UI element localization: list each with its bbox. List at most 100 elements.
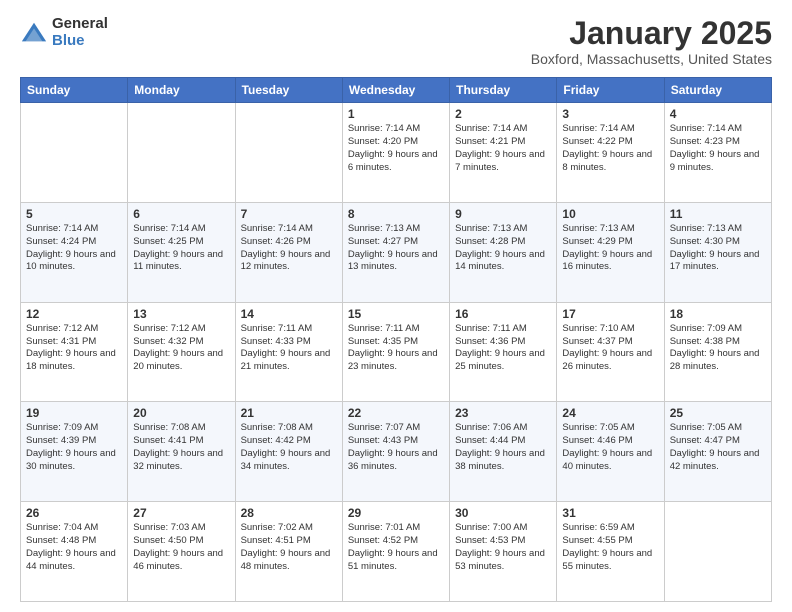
header-sunday: Sunday [21, 78, 128, 103]
table-row: 18 Sunrise: 7:09 AM Sunset: 4:38 PM Dayli… [664, 302, 771, 402]
table-row: 8 Sunrise: 7:13 AM Sunset: 4:27 PM Daylig… [342, 202, 449, 302]
day-info: Sunrise: 7:12 AM Sunset: 4:32 PM Dayligh… [133, 323, 229, 374]
header-wednesday: Wednesday [342, 78, 449, 103]
table-row: 16 Sunrise: 7:11 AM Sunset: 4:36 PM Dayli… [450, 302, 557, 402]
header: General Blue January 2025 Boxford, Massa… [20, 16, 772, 67]
day-info: Sunrise: 7:12 AM Sunset: 4:31 PM Dayligh… [26, 323, 122, 374]
day-number: 29 [348, 506, 444, 520]
title-block: January 2025 Boxford, Massachusetts, Uni… [531, 16, 772, 67]
day-info: Sunrise: 7:13 AM Sunset: 4:27 PM Dayligh… [348, 223, 444, 274]
day-info: Sunrise: 7:14 AM Sunset: 4:22 PM Dayligh… [562, 123, 658, 174]
day-number: 8 [348, 207, 444, 221]
table-row: 4 Sunrise: 7:14 AM Sunset: 4:23 PM Daylig… [664, 103, 771, 203]
table-row: 9 Sunrise: 7:13 AM Sunset: 4:28 PM Daylig… [450, 202, 557, 302]
table-row: 11 Sunrise: 7:13 AM Sunset: 4:30 PM Dayli… [664, 202, 771, 302]
day-number: 30 [455, 506, 551, 520]
table-row: 20 Sunrise: 7:08 AM Sunset: 4:41 PM Dayli… [128, 402, 235, 502]
day-info: Sunrise: 7:09 AM Sunset: 4:38 PM Dayligh… [670, 323, 766, 374]
table-row: 25 Sunrise: 7:05 AM Sunset: 4:47 PM Dayli… [664, 402, 771, 502]
day-info: Sunrise: 7:02 AM Sunset: 4:51 PM Dayligh… [241, 522, 337, 573]
table-row [664, 502, 771, 602]
table-row: 22 Sunrise: 7:07 AM Sunset: 4:43 PM Dayli… [342, 402, 449, 502]
day-info: Sunrise: 7:13 AM Sunset: 4:29 PM Dayligh… [562, 223, 658, 274]
table-row: 30 Sunrise: 7:00 AM Sunset: 4:53 PM Dayli… [450, 502, 557, 602]
day-number: 25 [670, 406, 766, 420]
day-info: Sunrise: 7:10 AM Sunset: 4:37 PM Dayligh… [562, 323, 658, 374]
table-row: 10 Sunrise: 7:13 AM Sunset: 4:29 PM Dayli… [557, 202, 664, 302]
table-row: 17 Sunrise: 7:10 AM Sunset: 4:37 PM Dayli… [557, 302, 664, 402]
day-info: Sunrise: 7:14 AM Sunset: 4:24 PM Dayligh… [26, 223, 122, 274]
day-info: Sunrise: 7:11 AM Sunset: 4:36 PM Dayligh… [455, 323, 551, 374]
table-row: 7Sunrise: 7:14 AM Sunset: 4:26 PM Daylig… [235, 202, 342, 302]
table-row: 14Sunrise: 7:11 AM Sunset: 4:33 PM Dayli… [235, 302, 342, 402]
day-number: 11 [670, 207, 766, 221]
calendar-week-5: 26 Sunrise: 7:04 AM Sunset: 4:48 PM Dayli… [21, 502, 772, 602]
day-number: 20 [133, 406, 229, 420]
table-row [21, 103, 128, 203]
day-info: Sunrise: 7:14 AM Sunset: 4:21 PM Dayligh… [455, 123, 551, 174]
day-info: Sunrise: 7:01 AM Sunset: 4:52 PM Dayligh… [348, 522, 444, 573]
calendar-header-row: Sunday Monday Tuesday Wednesday Thursday… [21, 78, 772, 103]
table-row: 15 Sunrise: 7:11 AM Sunset: 4:35 PM Dayli… [342, 302, 449, 402]
day-info: Sunrise: 7:14 AM Sunset: 4:26 PM Dayligh… [241, 223, 337, 274]
header-thursday: Thursday [450, 78, 557, 103]
day-info: Sunrise: 7:05 AM Sunset: 4:46 PM Dayligh… [562, 422, 658, 473]
day-info: Sunrise: 7:00 AM Sunset: 4:53 PM Dayligh… [455, 522, 551, 573]
day-number: 10 [562, 207, 658, 221]
day-number: 24 [562, 406, 658, 420]
table-row: 29 Sunrise: 7:01 AM Sunset: 4:52 PM Dayli… [342, 502, 449, 602]
table-row: 2Sunrise: 7:14 AM Sunset: 4:21 PM Daylig… [450, 103, 557, 203]
day-number: 4 [670, 107, 766, 121]
location-title: Boxford, Massachusetts, United States [531, 51, 772, 67]
day-number: 9 [455, 207, 551, 221]
header-monday: Monday [128, 78, 235, 103]
page: General Blue January 2025 Boxford, Massa… [0, 0, 792, 612]
table-row: 24 Sunrise: 7:05 AM Sunset: 4:46 PM Dayli… [557, 402, 664, 502]
table-row: 28 Sunrise: 7:02 AM Sunset: 4:51 PM Dayli… [235, 502, 342, 602]
day-info: Sunrise: 6:59 AM Sunset: 4:55 PM Dayligh… [562, 522, 658, 573]
header-saturday: Saturday [664, 78, 771, 103]
day-number: 16 [455, 307, 551, 321]
table-row: 26 Sunrise: 7:04 AM Sunset: 4:48 PM Dayli… [21, 502, 128, 602]
day-info: Sunrise: 7:09 AM Sunset: 4:39 PM Dayligh… [26, 422, 122, 473]
day-info: Sunrise: 7:07 AM Sunset: 4:43 PM Dayligh… [348, 422, 444, 473]
day-number: 17 [562, 307, 658, 321]
logo: General Blue [20, 16, 108, 49]
day-info: Sunrise: 7:03 AM Sunset: 4:50 PM Dayligh… [133, 522, 229, 573]
table-row: 27Sunrise: 7:03 AM Sunset: 4:50 PM Dayli… [128, 502, 235, 602]
day-info: Sunrise: 7:13 AM Sunset: 4:30 PM Dayligh… [670, 223, 766, 274]
table-row: 31 Sunrise: 6:59 AM Sunset: 4:55 PM Dayli… [557, 502, 664, 602]
day-number: 21 [241, 406, 337, 420]
day-info: Sunrise: 7:04 AM Sunset: 4:48 PM Dayligh… [26, 522, 122, 573]
logo-blue-text: Blue [52, 33, 108, 50]
header-tuesday: Tuesday [235, 78, 342, 103]
day-info: Sunrise: 7:08 AM Sunset: 4:41 PM Dayligh… [133, 422, 229, 473]
calendar-week-4: 19Sunrise: 7:09 AM Sunset: 4:39 PM Dayli… [21, 402, 772, 502]
table-row: 1Sunrise: 7:14 AM Sunset: 4:20 PM Daylig… [342, 103, 449, 203]
day-number: 13 [133, 307, 229, 321]
day-info: Sunrise: 7:06 AM Sunset: 4:44 PM Dayligh… [455, 422, 551, 473]
day-number: 6 [133, 207, 229, 221]
day-number: 5 [26, 207, 122, 221]
day-number: 1 [348, 107, 444, 121]
day-number: 31 [562, 506, 658, 520]
calendar-week-3: 12Sunrise: 7:12 AM Sunset: 4:31 PM Dayli… [21, 302, 772, 402]
day-number: 15 [348, 307, 444, 321]
logo-general-text: General [52, 16, 108, 33]
day-info: Sunrise: 7:13 AM Sunset: 4:28 PM Dayligh… [455, 223, 551, 274]
day-number: 28 [241, 506, 337, 520]
day-number: 26 [26, 506, 122, 520]
table-row: 3Sunrise: 7:14 AM Sunset: 4:22 PM Daylig… [557, 103, 664, 203]
day-info: Sunrise: 7:05 AM Sunset: 4:47 PM Dayligh… [670, 422, 766, 473]
table-row: 19Sunrise: 7:09 AM Sunset: 4:39 PM Dayli… [21, 402, 128, 502]
day-info: Sunrise: 7:11 AM Sunset: 4:35 PM Dayligh… [348, 323, 444, 374]
day-number: 18 [670, 307, 766, 321]
day-number: 22 [348, 406, 444, 420]
table-row: 5 Sunrise: 7:14 AM Sunset: 4:24 PM Daylig… [21, 202, 128, 302]
day-info: Sunrise: 7:14 AM Sunset: 4:23 PM Dayligh… [670, 123, 766, 174]
calendar-week-2: 5 Sunrise: 7:14 AM Sunset: 4:24 PM Daylig… [21, 202, 772, 302]
calendar-table: Sunday Monday Tuesday Wednesday Thursday… [20, 77, 772, 602]
day-info: Sunrise: 7:14 AM Sunset: 4:25 PM Dayligh… [133, 223, 229, 274]
table-row [235, 103, 342, 203]
table-row: 13 Sunrise: 7:12 AM Sunset: 4:32 PM Dayli… [128, 302, 235, 402]
